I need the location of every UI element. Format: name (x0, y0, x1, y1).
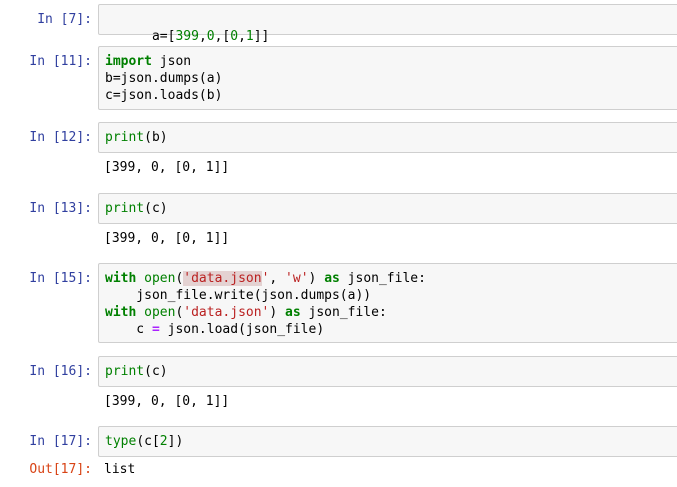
code-token: print (105, 364, 145, 379)
code-token: ]) (167, 434, 184, 449)
code-token: json.load(json_file) (159, 322, 325, 337)
code-token: 0 (230, 29, 239, 44)
code-input-area[interactable]: print(c) (98, 193, 677, 224)
input-prompt: In [17]: (29, 434, 92, 449)
code-input-area[interactable]: type(c[2]) (98, 426, 677, 457)
code-line: type(c[2]) (105, 433, 676, 450)
code-token: open (144, 305, 176, 320)
input-prompt: In [7]: (37, 12, 92, 27)
code-token: import (105, 54, 152, 69)
code-token: ) (269, 305, 286, 320)
cell-output: [399, 0, [0, 1]] (104, 394, 230, 409)
code-line: print(b) (105, 129, 676, 146)
cell-output: [399, 0, [0, 1]] (104, 231, 230, 246)
code-token: (c) (144, 364, 168, 379)
input-prompt: In [15]: (29, 271, 92, 286)
code-token: open (144, 271, 176, 286)
code-token: ]] (253, 29, 270, 44)
code-token: (c[ (136, 434, 160, 449)
input-prompt: In [11]: (29, 54, 92, 69)
code-token: 399 (175, 29, 199, 44)
input-prompt: In [16]: (29, 364, 92, 379)
code-line: b=json.dumps(a) (105, 70, 676, 87)
cell-output: [399, 0, [0, 1]] (104, 160, 230, 175)
code-token: 'data.json (183, 271, 262, 286)
output-prompt: Out[17]: (29, 462, 92, 477)
code-token: ) (308, 271, 325, 286)
code-token: , (269, 271, 286, 286)
input-prompt: In [12]: (29, 130, 92, 145)
code-line: import json (105, 53, 676, 70)
code-token: json_file.write(json.dumps(a)) (105, 288, 372, 303)
code-token: 1 (245, 29, 254, 44)
cell-output: list (104, 462, 136, 477)
code-token: 'data.json' (183, 305, 270, 320)
code-input-area[interactable]: print(c) (98, 356, 677, 387)
code-line: with open('data.json', 'w') as json_file… (105, 270, 676, 287)
code-token: , (198, 29, 207, 44)
code-line: print(c) (105, 200, 676, 217)
code-line: c = json.load(json_file) (105, 321, 676, 338)
code-token: = (151, 322, 160, 337)
code-token: as (324, 271, 340, 286)
code-token: print (105, 130, 145, 145)
code-token: c (105, 322, 152, 337)
code-token: (b) (144, 130, 168, 145)
code-token: b=json.dumps(a) (105, 71, 223, 86)
code-token: with (105, 271, 137, 286)
code-input-area[interactable]: import json b=json.dumps(a) c=json.loads… (98, 46, 677, 110)
code-token: c=json.loads(b) (105, 88, 223, 103)
code-token: json_file: (339, 271, 426, 286)
code-token: with (105, 305, 137, 320)
code-line: a=[399,0,[0,1]] (105, 11, 676, 44)
code-token: json_file: (300, 305, 387, 320)
code-line: print(c) (105, 363, 676, 380)
code-token: print (105, 201, 145, 216)
code-input-area[interactable]: a=[399,0,[0,1]] (98, 4, 677, 44)
code-token: , (238, 29, 246, 44)
input-prompt: In [13]: (29, 201, 92, 216)
code-line: json_file.write(json.dumps(a)) (105, 287, 676, 304)
code-input-area[interactable]: with open('data.json', 'w') as json_file… (98, 263, 677, 343)
code-token: 0 (206, 29, 215, 44)
code-input-area[interactable]: print(b) (98, 122, 677, 153)
code-line: c=json.loads(b) (105, 87, 676, 104)
code-line: with open('data.json') as json_file: (105, 304, 676, 321)
code-token: type (105, 434, 137, 449)
code-token: a=[ (151, 29, 176, 44)
code-token: ,[ (214, 29, 231, 44)
code-token: (c) (144, 201, 168, 216)
code-token: as (285, 305, 301, 320)
code-token: 2 (159, 434, 168, 449)
code-token: json (151, 54, 192, 69)
code-token: 'w' (285, 271, 309, 286)
